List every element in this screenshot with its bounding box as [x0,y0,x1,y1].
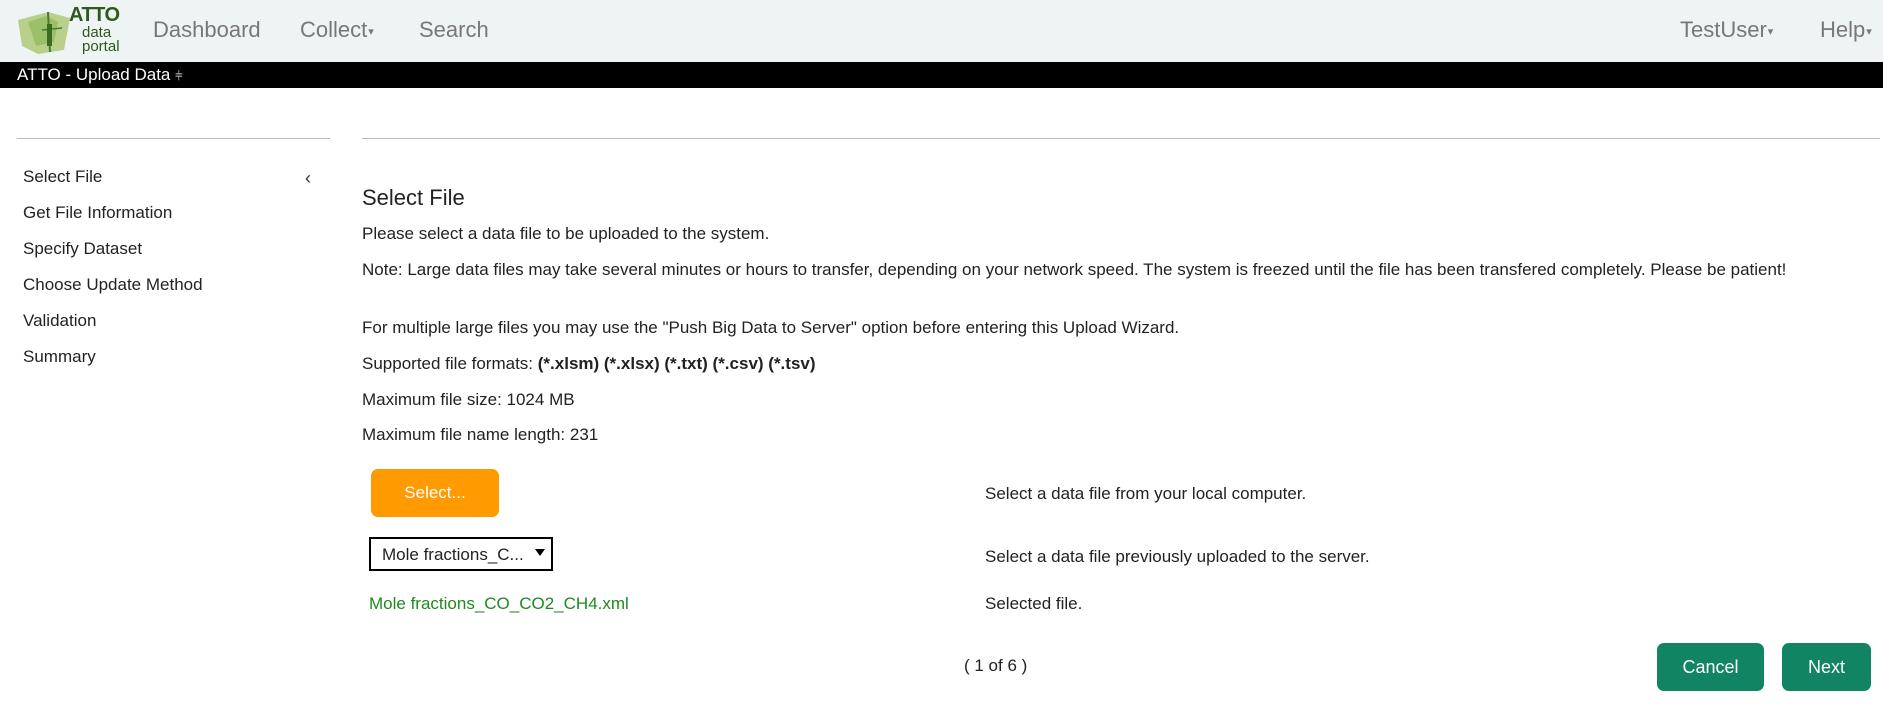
caret-down-icon [535,549,545,556]
select-file-button[interactable]: Select... [371,469,499,517]
note-text: Note: Large data files may take several … [362,260,1787,279]
atto-logo[interactable]: ATTO data portal [16,4,120,56]
server-file-description: Select a data file previously uploaded t… [985,547,1370,566]
logo-subtitle-portal: portal [82,38,120,55]
nav-search[interactable]: Search [419,17,489,43]
help-menu[interactable]: Help▾ [1820,17,1872,43]
max-file-size: Maximum file size: 1024 MB [362,390,575,409]
max-file-name-length: Maximum file name length: 231 [362,425,599,444]
supported-formats-label: Supported file formats: [362,354,534,373]
server-file-selected-value: Mole fractions_C... [382,545,524,564]
user-name-label: TestUser [1680,17,1767,42]
supported-formats: Supported file formats: (*.xlsm) (*.xlsx… [362,352,816,375]
selected-file-name: Mole fractions_CO_CO2_CH4.xml [369,594,629,613]
multi-file-hint: For multiple large files you may use the… [362,318,1180,337]
caret-down-icon: ▾ [368,25,374,38]
top-navbar: ATTO data portal Dashboard Collect▾ Sear… [0,0,1883,62]
wizard-step-summary[interactable]: Summary [23,347,96,367]
sidebar-divider [17,138,330,139]
cancel-button[interactable]: Cancel [1657,643,1764,691]
wizard-step-specify-dataset[interactable]: Specify Dataset [23,239,142,259]
nav-search-label: Search [419,17,489,42]
caret-down-icon: ▾ [1866,25,1872,38]
double-chevron-down-icon: ⫩ [175,68,183,83]
selected-file-description: Selected file. [985,594,1083,613]
nav-dashboard[interactable]: Dashboard [153,17,261,43]
page-context-title: ATTO - Upload Data [17,65,171,84]
help-label: Help [1820,17,1866,42]
page-context-bar: ATTO - Upload Data ⫩ [0,62,1883,88]
wizard-step-choose-update-method[interactable]: Choose Update Method [23,275,203,295]
wizard-pager: ( 1 of 6 ) [964,656,1028,675]
page-context-menu[interactable]: ATTO - Upload Data ⫩ [17,65,183,85]
supported-formats-value: (*.xlsm) (*.xlsx) (*.txt) (*.csv) (*.tsv… [537,354,816,373]
wizard-step-get-file-information[interactable]: Get File Information [23,203,172,223]
nav-collect-label: Collect [300,17,368,42]
main-divider [362,138,1880,139]
intro-text: Please select a data file to be uploaded… [362,224,770,243]
next-button[interactable]: Next [1782,643,1871,691]
user-menu[interactable]: TestUser▾ [1680,17,1773,43]
nav-dashboard-label: Dashboard [153,17,261,42]
wizard-step-validation[interactable]: Validation [23,311,96,331]
wizard-step-select-file[interactable]: Select File [23,167,102,187]
select-file-description: Select a data file from your local compu… [985,484,1307,503]
server-file-select[interactable]: Mole fractions_C... [369,537,553,571]
nav-collect-menu[interactable]: Collect▾ [300,17,374,43]
chevron-left-icon[interactable]: ‹ [305,168,311,189]
caret-down-icon: ▾ [1767,25,1774,38]
section-title: Select File [362,185,465,210]
map-icon [18,12,70,54]
